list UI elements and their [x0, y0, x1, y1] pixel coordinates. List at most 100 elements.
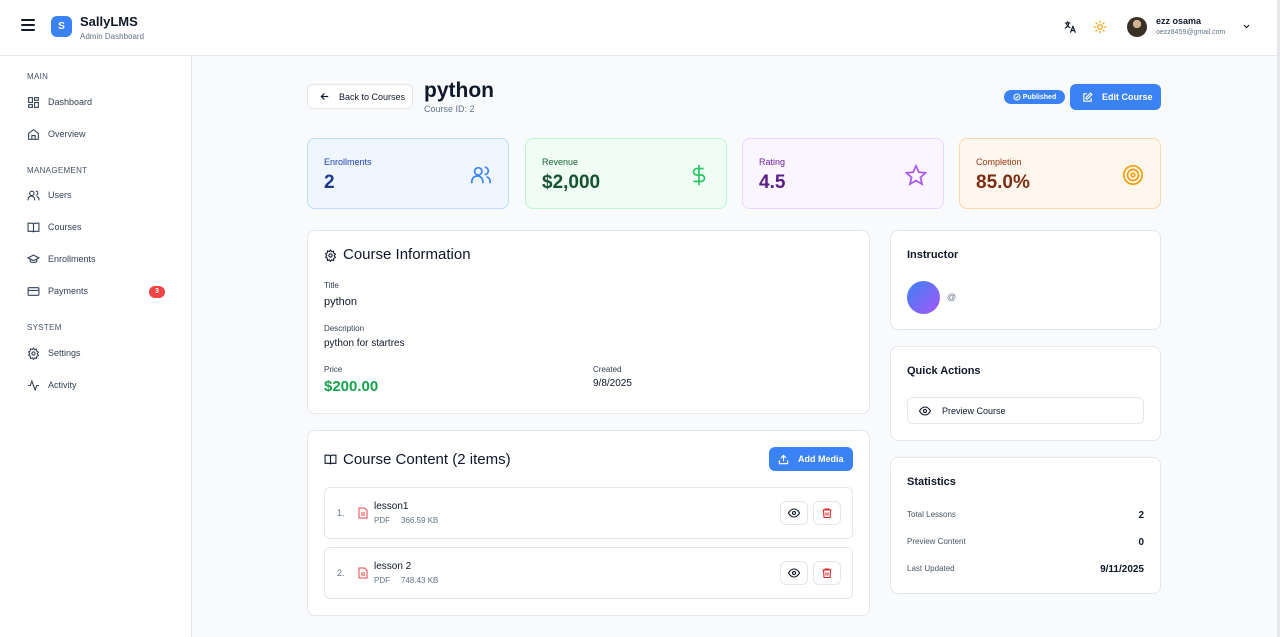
sidebar-item-settings[interactable]: Settings: [27, 344, 167, 362]
sun-icon[interactable]: [1093, 20, 1107, 34]
status-label: Published: [1022, 93, 1057, 101]
lesson-name: lesson1: [374, 501, 409, 512]
sidebar-item-label: Payments: [48, 286, 89, 296]
add-media-button[interactable]: Add Media: [769, 447, 853, 471]
quick-actions-heading: Quick Actions: [907, 365, 981, 377]
title-label: Title: [324, 281, 339, 290]
description-value: python for startres: [324, 338, 405, 349]
instructor-avatar: [907, 281, 940, 314]
status-badge: Published: [1004, 90, 1065, 104]
users-icon: [471, 166, 491, 184]
book-open-icon: [324, 454, 337, 465]
add-media-label: Add Media: [798, 454, 844, 464]
back-label: Back to Courses: [339, 91, 406, 102]
file-pdf-icon: [358, 567, 368, 579]
trash-icon: [822, 568, 832, 579]
lesson-meta: PDF 366.59 KB: [374, 516, 438, 525]
book-open-icon: [27, 222, 40, 232]
sidebar-item-overview[interactable]: Overview: [27, 125, 167, 143]
section-management: MANAGEMENT: [27, 166, 88, 175]
sidebar-item-payments[interactable]: Payments: [27, 282, 167, 300]
upload-icon: [778, 454, 789, 464]
sidebar-item-dashboard[interactable]: Dashboard: [27, 93, 167, 111]
activity-icon: [28, 379, 39, 391]
stat-enrollments: Enrollments 2: [307, 138, 509, 209]
sidebar-item-label: Dashboard: [48, 97, 93, 107]
preview-lesson-button[interactable]: [780, 561, 808, 585]
stat-row-value: 0: [1138, 537, 1144, 548]
user-avatar[interactable]: [1127, 17, 1147, 37]
section-main: MAIN: [27, 72, 49, 81]
stat-row-label: Total Lessons: [907, 510, 956, 519]
payments-count-badge: 3: [149, 286, 165, 298]
eye-icon: [788, 568, 800, 578]
stat-row-value: 2: [1138, 510, 1144, 521]
lesson-name: lesson 2: [374, 561, 412, 572]
stat-row-value: 9/11/2025: [1100, 564, 1144, 575]
sidebar-item-courses[interactable]: Courses: [27, 218, 167, 236]
price-value: $200.00: [324, 378, 379, 395]
gear-icon: [324, 249, 337, 262]
delete-lesson-button[interactable]: [813, 561, 841, 585]
course-id: Course ID: 2: [424, 104, 475, 114]
sidebar-item-label: Settings: [48, 348, 81, 358]
sidebar-item-label: Courses: [48, 222, 82, 232]
edit-course-button[interactable]: Edit Course: [1070, 84, 1161, 110]
trash-icon: [822, 508, 832, 519]
user-name[interactable]: ezz osama: [1156, 16, 1201, 26]
sidebar: MAIN Dashboard Overview MANAGEMENT Users…: [0, 56, 192, 637]
lesson-size: 366.59 KB: [401, 516, 439, 525]
stat-rating: Rating 4.5: [742, 138, 944, 209]
stat-row-label: Last Updated: [907, 564, 955, 573]
brand-title: SallyLMS: [80, 14, 138, 29]
instructor-handle: @: [947, 292, 957, 302]
description-label: Description: [324, 324, 365, 333]
preview-course-button[interactable]: Preview Course: [907, 397, 1144, 424]
title-value: python: [324, 296, 358, 308]
eye-icon: [919, 405, 931, 416]
translate-icon[interactable]: [1063, 20, 1077, 34]
stat-value: 4.5: [759, 172, 786, 193]
eye-icon: [788, 508, 800, 518]
stat-value: 85.0%: [976, 172, 1030, 193]
created-label: Created: [593, 365, 622, 374]
price-label: Price: [324, 365, 343, 374]
dashboard-icon: [28, 96, 39, 108]
delete-lesson-button[interactable]: [813, 501, 841, 525]
created-value: 9/8/2025: [593, 378, 632, 389]
sidebar-item-label: Enrollments: [48, 254, 96, 264]
preview-lesson-button[interactable]: [780, 501, 808, 525]
credit-card-icon: [27, 286, 40, 296]
edit-label: Edit Course: [1102, 92, 1153, 102]
stat-label: Revenue: [542, 157, 579, 167]
target-icon: [1123, 165, 1143, 185]
list-item[interactable]: 2. lesson 2 PDF 748.43 KB: [324, 547, 853, 599]
stat-label: Completion: [976, 157, 1022, 167]
lesson-number: 1.: [337, 508, 345, 518]
sidebar-item-enrollments[interactable]: Enrollments: [27, 250, 167, 268]
instructor-heading: Instructor: [907, 249, 959, 261]
section-system: SYSTEM: [27, 323, 62, 332]
quick-actions-card: [890, 346, 1161, 441]
chevron-down-icon[interactable]: [1242, 22, 1251, 31]
sidebar-item-activity[interactable]: Activity: [27, 376, 167, 394]
stat-label: Rating: [759, 157, 786, 167]
back-to-courses-button[interactable]: Back to Courses: [307, 84, 413, 109]
sidebar-item-label: Activity: [48, 380, 77, 390]
list-item[interactable]: 1. lesson1 PDF 366.59 KB: [324, 487, 853, 539]
instructor-card: [890, 230, 1161, 330]
top-header: S SallyLMS Admin Dashboard ezz osama oez…: [0, 0, 1280, 56]
menu-icon[interactable]: [21, 19, 35, 31]
check-circle-icon: [1013, 93, 1021, 101]
lesson-size: 748.43 KB: [401, 576, 439, 585]
preview-course-label: Preview Course: [942, 405, 1006, 416]
brand-subtitle: Admin Dashboard: [80, 32, 145, 41]
home-icon: [28, 128, 39, 140]
stat-value: 2: [324, 172, 335, 193]
course-info-heading: Course Information: [343, 246, 471, 263]
user-email: oezz8459@gmail.com: [1156, 29, 1226, 36]
sidebar-item-users[interactable]: Users: [27, 186, 167, 204]
lesson-type: PDF: [374, 576, 390, 585]
page-title: python: [424, 79, 494, 102]
statistics-heading: Statistics: [907, 476, 956, 488]
